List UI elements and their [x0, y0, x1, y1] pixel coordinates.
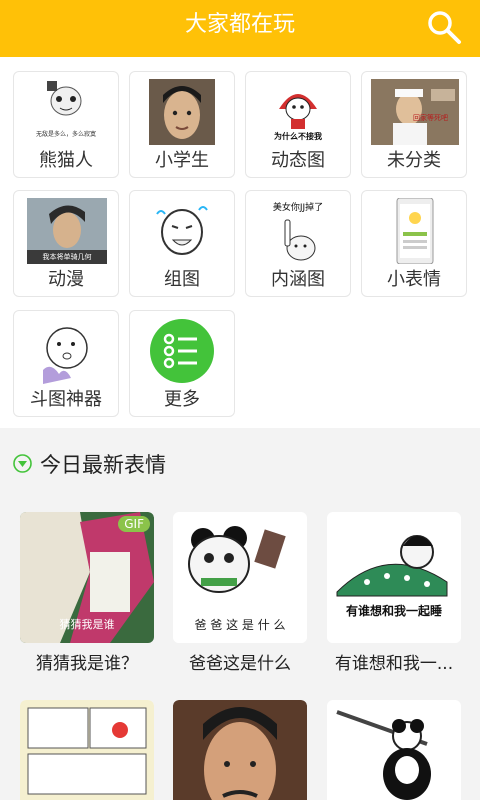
emoji-card-caption: 猜猜我是谁？ — [36, 654, 138, 674]
category-meme-tool[interactable]: 斗图神器 — [13, 310, 119, 417]
category-pupil-thumb — [149, 79, 215, 145]
category-animated-thumb-text: 为什么不接我 — [274, 132, 322, 141]
gif-badge: GIF — [118, 516, 150, 532]
category-label: 动漫 — [48, 269, 84, 290]
emoji-card[interactable] — [327, 700, 461, 800]
category-connotation-thumb-text: 美女你JJ掉了 — [272, 203, 324, 213]
emoji-card-image-text: 爸 爸 这 是 什 么 — [194, 618, 286, 632]
emoji-card-image: 猜猜我是谁 GIF — [20, 512, 154, 643]
category-label: 动态图 — [271, 150, 325, 171]
category-group-thumb — [149, 198, 215, 264]
emoji-card-caption: 爸爸这是什么 — [189, 654, 291, 674]
category-anime-thumb-text: 我本将单骑几何 — [42, 253, 92, 261]
emoji-card-image-text: 猜猜我是谁 — [59, 618, 115, 631]
category-small-emoji-thumb — [395, 198, 435, 264]
emoji-card[interactable] — [173, 700, 307, 800]
category-uncategorized-thumb-text: 回家等死吧 — [413, 114, 448, 122]
category-group[interactable]: 组图 — [129, 190, 235, 297]
category-panda[interactable]: 无敌是多么，多么寂寞 熊猫人 — [13, 71, 119, 178]
emoji-card[interactable]: 有谁想和我一起睡 有谁想和我一... — [327, 512, 461, 677]
section-title: 今日最新表情 — [40, 453, 166, 477]
search-icon[interactable] — [426, 9, 462, 45]
category-anime[interactable]: 我本将单骑几何 动漫 — [13, 190, 119, 297]
category-meme-tool-thumb — [37, 318, 97, 384]
emoji-card-image — [20, 700, 154, 800]
category-label: 更多 — [164, 389, 200, 410]
page-title: 大家都在玩 — [184, 12, 295, 37]
emoji-card-image: 有谁想和我一起睡 — [327, 512, 461, 643]
category-label: 熊猫人 — [39, 150, 93, 171]
emoji-card[interactable]: 爸 爸 这 是 什 么 爸爸这是什么 — [173, 512, 307, 677]
category-panda-thumb: 无敌是多么，多么寂寞 — [33, 79, 99, 145]
emoji-card-caption: 有谁想和我一... — [334, 654, 454, 674]
category-animated[interactable]: 为什么不接我 动态图 — [245, 71, 351, 178]
category-small-emoji[interactable]: 小表情 — [361, 190, 467, 297]
category-label: 斗图神器 — [30, 389, 102, 410]
emoji-card[interactable] — [20, 700, 154, 800]
emoji-card-image — [173, 700, 307, 800]
category-more[interactable]: 更多 — [129, 310, 235, 417]
emoji-card-image: 爸 爸 这 是 什 么 — [173, 512, 307, 643]
category-connotation-thumb: 美女你JJ掉了 — [265, 198, 331, 264]
expand-triangle-icon — [13, 454, 32, 473]
category-label: 小学生 — [155, 150, 209, 171]
category-panda-thumb-text: 无敌是多么，多么寂寞 — [35, 131, 96, 138]
category-pupil[interactable]: 小学生 — [129, 71, 235, 178]
category-label: 内涵图 — [271, 269, 325, 290]
category-label: 小表情 — [387, 269, 441, 290]
emoji-card[interactable]: 猜猜我是谁 GIF 猜猜我是谁？ — [20, 512, 154, 677]
emoji-card-image-text: 有谁想和我一起睡 — [345, 604, 442, 618]
category-grid: 无敌是多么，多么寂寞 熊猫人 小学生 为什么不接我 动态图 回家等死吧 未分类 … — [0, 57, 480, 428]
category-label: 未分类 — [387, 150, 441, 171]
emoji-card-image — [327, 700, 461, 800]
section-header: 今日最新表情 — [0, 440, 480, 492]
category-animated-thumb: 为什么不接我 — [265, 79, 331, 145]
category-label: 组图 — [164, 269, 200, 290]
category-anime-thumb: 我本将单骑几何 — [27, 198, 107, 264]
more-icon — [149, 318, 215, 384]
category-uncategorized[interactable]: 回家等死吧 未分类 — [361, 71, 467, 178]
category-connotation[interactable]: 美女你JJ掉了 内涵图 — [245, 190, 351, 297]
category-uncategorized-thumb: 回家等死吧 — [371, 79, 459, 145]
top-bar: 大家都在玩 — [0, 0, 480, 57]
